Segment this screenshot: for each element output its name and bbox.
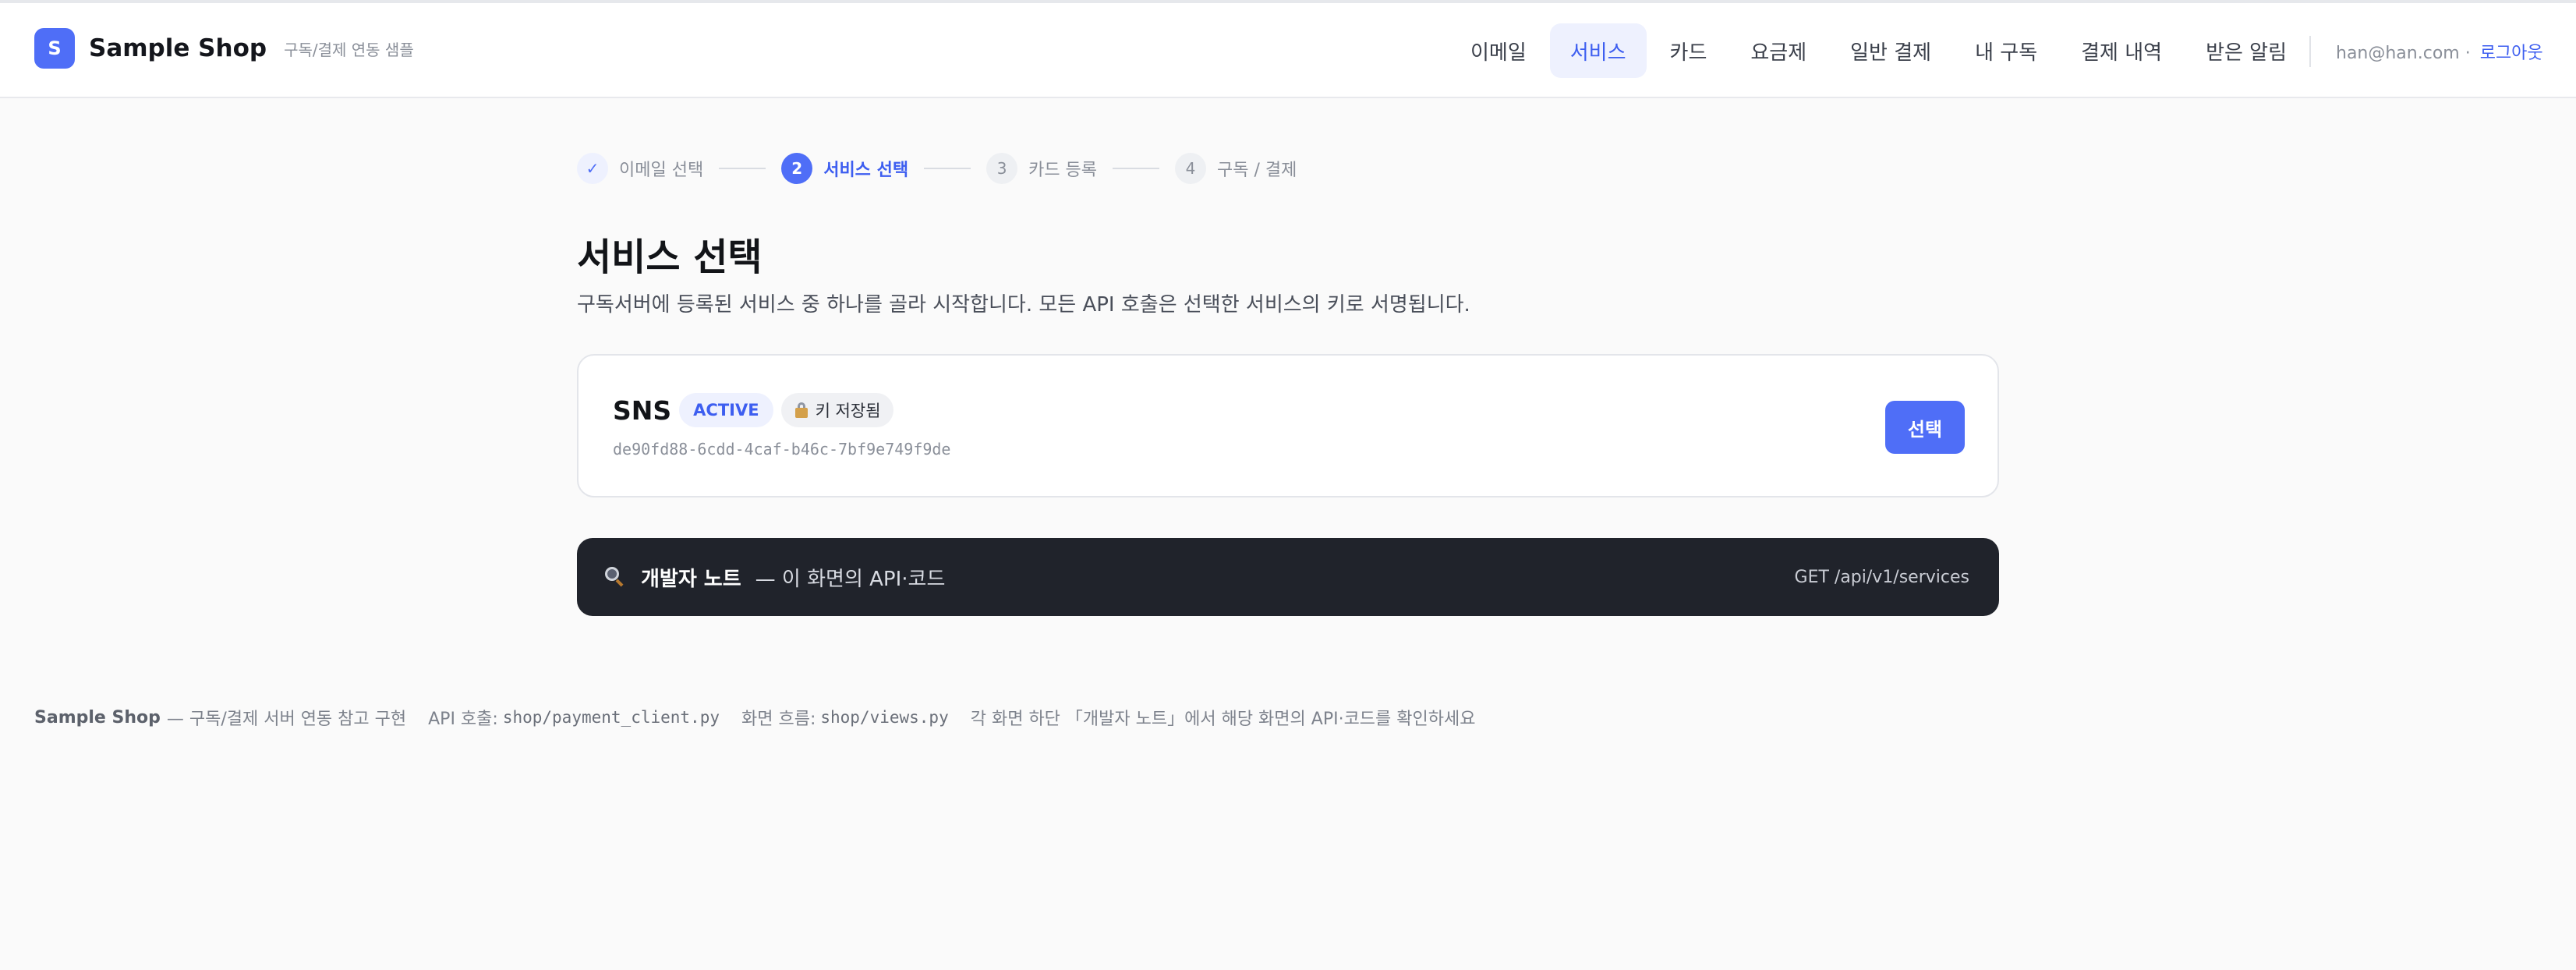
page-footer: Sample Shop — 구독/결제 서버 연동 참고 구현 API 호출: … bbox=[34, 705, 1475, 730]
nav-divider bbox=[2309, 36, 2311, 67]
service-name: SNS bbox=[613, 395, 672, 426]
developer-note-description: — 이 화면의 API·코드 bbox=[755, 567, 946, 591]
step-label: 이메일 선택 bbox=[619, 161, 704, 180]
page-title: 서비스 선택 bbox=[577, 235, 763, 279]
api-endpoint: GET /api/v1/services bbox=[1794, 567, 1969, 587]
step-done-check-icon: ✓ bbox=[577, 153, 608, 184]
developer-note-header: 개발자 노트 — 이 화면의 API·코드 bbox=[605, 538, 945, 616]
step-label: 구독 / 결제 bbox=[1217, 161, 1297, 180]
brand[interactable]: S Sample Shop 구독/결제 연동 샘플 bbox=[34, 28, 414, 69]
developer-note-title: 개발자 노트 bbox=[641, 567, 741, 591]
nav-item-my-subscriptions[interactable]: 내 구독 bbox=[1955, 23, 2058, 78]
step-card: 3 카드 등록 bbox=[986, 153, 1097, 184]
key-saved-badge: 키 저장됨 bbox=[780, 393, 893, 427]
footer-api-path: shop/payment_client.py bbox=[502, 708, 720, 727]
nav-item-payment-history[interactable]: 결제 내역 bbox=[2061, 23, 2182, 78]
locked-key-icon bbox=[794, 402, 809, 419]
footer-api-label: API 호출: bbox=[428, 710, 498, 729]
step-connector bbox=[924, 168, 971, 169]
step-connector bbox=[719, 168, 766, 169]
magnifier-icon bbox=[605, 567, 625, 587]
user-area: han@han.com · 로그아웃 bbox=[2336, 39, 2543, 64]
step-label: 서비스 선택 bbox=[823, 161, 909, 180]
select-service-button[interactable]: 선택 bbox=[1885, 401, 1965, 454]
brand-logo: S bbox=[34, 28, 75, 69]
logout-link[interactable]: 로그아웃 bbox=[2480, 44, 2543, 63]
step-service: 2 서비스 선택 bbox=[781, 153, 908, 184]
footer-flow-label: 화면 흐름: bbox=[741, 710, 816, 729]
developer-note-panel[interactable]: 개발자 노트 — 이 화면의 API·코드 GET /api/v1/servic… bbox=[577, 538, 1999, 616]
key-saved-label: 키 저장됨 bbox=[815, 402, 881, 420]
brand-subtitle: 구독/결제 연동 샘플 bbox=[284, 40, 414, 59]
service-card: SNS ACTIVE 키 저장됨 de90fd88-6cdd-4caf-b46c… bbox=[577, 354, 1999, 497]
service-card-header: SNS ACTIVE 키 저장됨 bbox=[613, 393, 893, 427]
step-subscribe: 4 구독 / 결제 bbox=[1175, 153, 1297, 184]
step-label: 카드 등록 bbox=[1028, 161, 1098, 180]
step-number: 4 bbox=[1175, 153, 1207, 184]
step-email[interactable]: ✓ 이메일 선택 bbox=[577, 153, 703, 184]
nav-item-service[interactable]: 서비스 bbox=[1549, 23, 1647, 78]
service-uuid: de90fd88-6cdd-4caf-b46c-7bf9e749f9de bbox=[613, 440, 951, 458]
step-number: 2 bbox=[781, 153, 813, 184]
progress-stepper: ✓ 이메일 선택 2 서비스 선택 3 카드 등록 4 구독 / 결제 bbox=[577, 153, 1297, 184]
app-header: S Sample Shop 구독/결제 연동 샘플 이메일 서비스 카드 요금제… bbox=[0, 3, 2576, 98]
footer-flow-path: shop/views.py bbox=[820, 708, 949, 727]
nav-item-notifications[interactable]: 받은 알림 bbox=[2185, 23, 2307, 78]
nav-item-one-time-payment[interactable]: 일반 결제 bbox=[1830, 23, 1951, 78]
nav-item-card[interactable]: 카드 bbox=[1650, 23, 1728, 78]
footer-brand: Sample Shop bbox=[34, 707, 161, 728]
nav-item-plans[interactable]: 요금제 bbox=[1730, 23, 1827, 78]
user-email: han@han.com · bbox=[2336, 44, 2471, 63]
step-number: 3 bbox=[986, 153, 1018, 184]
brand-name: Sample Shop bbox=[89, 34, 267, 62]
footer-brand-description: — 구독/결제 서버 연동 참고 구현 bbox=[166, 710, 407, 729]
page-subtitle: 구독서버에 등록된 서비스 중 하나를 골라 시작합니다. 모든 API 호출은… bbox=[577, 293, 1470, 317]
nav-item-email[interactable]: 이메일 bbox=[1450, 23, 1547, 78]
main-nav: 이메일 서비스 카드 요금제 일반 결제 내 구독 결제 내역 받은 알림 bbox=[1450, 23, 2310, 78]
status-badge: ACTIVE bbox=[679, 393, 773, 427]
footer-hint: 각 화면 하단 「개발자 노트」에서 해당 화면의 API·코드를 확인하세요 bbox=[970, 710, 1476, 729]
step-connector bbox=[1113, 168, 1160, 169]
